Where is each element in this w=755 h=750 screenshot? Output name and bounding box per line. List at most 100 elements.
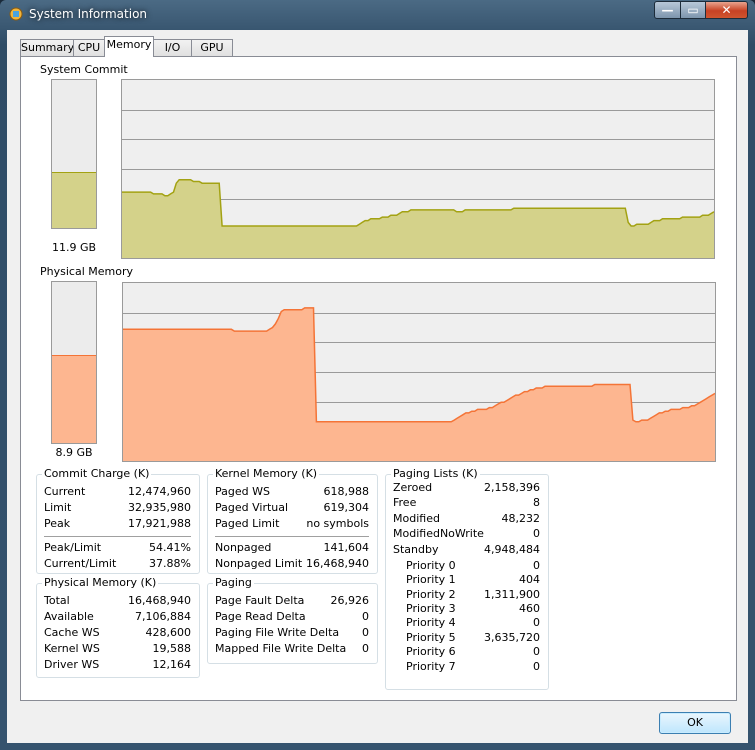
commit-peak-row: Peak 17,921,988 (44, 517, 191, 532)
paging-lists-group: Paging Lists (K) Zeroed 2,158,396 Free 8 M… (385, 467, 549, 690)
row-value: 0 (362, 642, 369, 655)
phys-driver-ws-row: Driver WS 12,164 (44, 658, 191, 673)
paging-lists-title: Paging Lists (K) (391, 467, 480, 480)
tab-cpu[interactable]: CPU (73, 39, 105, 56)
row-value: 0 (362, 610, 369, 623)
row-key: Priority 6 (406, 645, 456, 658)
row-value: 2,158,396 (484, 481, 540, 494)
priority-4-row: Priority 4 0 (406, 616, 540, 631)
row-key: Peak (44, 517, 71, 530)
row-value: 0 (533, 645, 540, 658)
kernel-nonpaged-row: Nonpaged 141,604 (215, 541, 369, 556)
row-key: Total (44, 594, 70, 607)
row-value: 37.88% (149, 557, 191, 570)
row-key: Page Fault Delta (215, 594, 305, 607)
kernel-paged-virtual-row: Paged Virtual 619,304 (215, 501, 369, 516)
row-key: Cache WS (44, 626, 100, 639)
row-key: Limit (44, 501, 72, 514)
row-key: Paged WS (215, 485, 270, 498)
dialog-client: Summary CPU Memory I/O GPU System Commit… (7, 30, 748, 743)
modified-row: Modified 48,232 (393, 512, 540, 527)
divider (215, 536, 369, 537)
tab-memory[interactable]: Memory (104, 36, 154, 57)
row-value: 460 (519, 602, 540, 615)
physical-memory-group: Physical Memory (K) Total 16,468,940 Avai… (36, 576, 200, 678)
window-title: System Information (29, 7, 148, 21)
row-key: Current (44, 485, 86, 498)
free-row: Free 8 (393, 496, 540, 511)
physical-memory-group-title: Physical Memory (K) (42, 576, 159, 589)
priority-5-row: Priority 5 3,635,720 (406, 631, 540, 646)
page-read-delta-row: Page Read Delta 0 (215, 610, 369, 625)
commit-current-row: Current 12,474,960 (44, 485, 191, 500)
system-commit-bar (51, 79, 97, 229)
app-icon (9, 7, 23, 21)
tab-io[interactable]: I/O (153, 39, 192, 56)
row-key: Priority 1 (406, 573, 456, 586)
row-key: Current/Limit (44, 557, 117, 570)
row-key: Page Read Delta (215, 610, 306, 623)
row-key: Kernel WS (44, 642, 100, 655)
row-value: 8 (533, 496, 540, 509)
row-key: Nonpaged (215, 541, 272, 554)
ok-button[interactable]: OK (659, 712, 731, 734)
row-value: 141,604 (323, 541, 370, 554)
row-key: Modified (393, 512, 440, 525)
row-value: 428,600 (145, 626, 192, 639)
minimize-icon: — (661, 3, 674, 17)
row-value: 1,311,900 (484, 588, 540, 601)
row-key: Priority 3 (406, 602, 456, 615)
row-key: Priority 2 (406, 588, 456, 601)
kernel-memory-group: Kernel Memory (K) Paged WS 618,988 Paged … (207, 467, 378, 574)
paging-file-write-delta-row: Paging File Write Delta 0 (215, 626, 369, 641)
divider (44, 536, 191, 537)
paging-group: Paging Page Fault Delta 26,926 Page Read … (207, 576, 378, 664)
modified-no-write-row: ModifiedNoWrite 0 (393, 527, 540, 542)
physical-memory-value: 8.9 GB (55, 446, 93, 459)
phys-available-row: Available 7,106,884 (44, 610, 191, 625)
kernel-paged-limit-row: Paged Limit no symbols (215, 517, 369, 532)
tab-gpu[interactable]: GPU (191, 39, 233, 56)
row-value: no symbols (306, 517, 369, 530)
physical-memory-label: Physical Memory (40, 265, 133, 278)
row-value: 19,588 (152, 642, 192, 655)
tab-summary[interactable]: Summary (20, 39, 74, 56)
row-key: Priority 5 (406, 631, 456, 644)
zeroed-row: Zeroed 2,158,396 (393, 481, 540, 496)
physical-memory-bar (51, 281, 97, 444)
row-key: Driver WS (44, 658, 100, 671)
row-value: 16,468,940 (306, 557, 369, 570)
row-key: Paged Limit (215, 517, 280, 530)
mapped-file-write-delta-row: Mapped File Write Delta 0 (215, 642, 369, 657)
system-commit-label: System Commit (40, 63, 128, 76)
phys-cache-ws-row: Cache WS 428,600 (44, 626, 191, 641)
row-key: Paging File Write Delta (215, 626, 340, 639)
commit-peak-limit-row: Peak/Limit 54.41% (44, 541, 191, 556)
row-value: 17,921,988 (128, 517, 191, 530)
row-value: 0 (533, 616, 540, 629)
row-value: 404 (519, 573, 540, 586)
row-key: Free (393, 496, 417, 509)
priority-2-row: Priority 2 1,311,900 (406, 588, 540, 603)
row-key: Priority 0 (406, 559, 456, 572)
priority-0-row: Priority 0 0 (406, 559, 540, 574)
title-bar[interactable]: System Information — ▭ ✕ (0, 0, 755, 30)
row-value: 54.41% (149, 541, 191, 554)
phys-total-row: Total 16,468,940 (44, 594, 191, 609)
system-commit-value: 11.9 GB (51, 241, 97, 254)
maximize-icon: ▭ (687, 3, 699, 17)
row-value: 4,948,484 (484, 543, 540, 556)
close-button[interactable]: ✕ (705, 1, 748, 19)
row-key: Standby (393, 543, 439, 556)
commit-charge-group: Commit Charge (K) Current 12,474,960 Limi… (36, 467, 200, 574)
row-value: 3,635,720 (484, 631, 540, 644)
minimize-button[interactable]: — (654, 1, 681, 19)
maximize-button[interactable]: ▭ (680, 1, 706, 19)
row-value: 26,926 (330, 594, 370, 607)
commit-charge-title: Commit Charge (K) (42, 467, 152, 480)
kernel-nonpaged-limit-row: Nonpaged Limit 16,468,940 (215, 557, 369, 572)
system-commit-area (122, 179, 714, 258)
row-key: Priority 7 (406, 660, 456, 673)
priority-6-row: Priority 6 0 (406, 645, 540, 660)
row-value: 0 (362, 626, 369, 639)
